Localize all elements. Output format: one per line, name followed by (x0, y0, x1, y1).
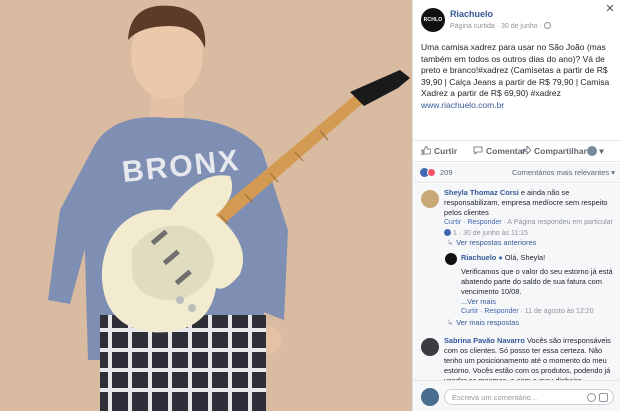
reply-body: Verificamos que o valor do seu estorno j… (461, 267, 613, 317)
comment-button[interactable]: Comentar (473, 146, 526, 156)
post-body: Uma camisa xadrez para usar no São João … (421, 42, 613, 111)
reply-check-icon: ● (498, 253, 503, 262)
reply-riachuelo: Riachuelo ● Olá, Sheyla! (461, 253, 613, 263)
reply-author[interactable]: Riachuelo (461, 253, 496, 262)
comment-icon (473, 146, 483, 155)
reply-arrow-icon: ↳ (447, 318, 454, 327)
post-header: RCHLO Riachuelo Página curtida · 30 de j… (421, 8, 611, 34)
commenter-name[interactable]: Sabrina Pavão Navarro (444, 336, 525, 345)
post-panel: ✕ RCHLO Riachuelo Página curtida · 30 de… (412, 0, 620, 411)
reply-actions[interactable]: Curtir · Responder (461, 308, 519, 315)
post-meta-text: Página curtida · 30 de junho · (450, 23, 542, 30)
thumbs-up-icon (421, 146, 431, 155)
reply-time: · 11 de agosto às 12:20 (520, 308, 594, 315)
share-icon (521, 146, 531, 155)
reply-meta: Curtir · Responder · 11 de agosto às 12:… (461, 307, 613, 317)
like-label: Curtir (434, 146, 458, 156)
reply-see-more[interactable]: ...Ver mais (461, 297, 613, 307)
comment-input-box[interactable] (444, 389, 614, 405)
share-label: Compartilhar (534, 146, 587, 156)
comment-meta: Curtir · Responder · A Página respondeu … (444, 218, 616, 239)
post-link[interactable]: www.riachuelo.com.br (421, 100, 613, 112)
view-more-replies-label: Ver mais respostas (456, 318, 520, 327)
comment-input[interactable] (445, 390, 565, 404)
post-as-selector[interactable]: ▾ (587, 146, 604, 157)
commenter-avatar[interactable] (421, 338, 439, 356)
post-text: Uma camisa xadrez para usar no São João … (421, 42, 610, 98)
user-avatar-small (587, 146, 597, 156)
emoji-icon[interactable] (587, 393, 596, 402)
comment-sheyla: Sheyla Thomaz Corsi e ainda não se respo… (444, 188, 616, 239)
comment-sort-dropdown[interactable]: Comentários mais relevantes ▾ (512, 168, 615, 177)
post-photo[interactable]: BRONX (0, 0, 412, 411)
camera-icon[interactable] (599, 393, 608, 402)
reply-greeting: Olá, Sheyla! (504, 253, 546, 262)
globe-icon (543, 22, 551, 29)
share-button[interactable]: Compartilhar (521, 146, 587, 156)
commenter-name[interactable]: Sheyla Thomaz Corsi (444, 188, 519, 197)
page-name[interactable]: Riachuelo (450, 9, 493, 19)
reply-text: Verificamos que o valor do seu estorno j… (461, 267, 613, 296)
view-previous-replies[interactable]: ↳ Ver respostas anteriores (447, 238, 536, 247)
comment-sabrina: Sabrina Pavão Navarro Vocês são irrespon… (444, 336, 616, 386)
comment-meta-text: · A Página respondeu em particular (503, 219, 613, 226)
like-reaction-icon (444, 229, 451, 236)
comment-label: Comentar (486, 146, 526, 156)
page-reply-avatar[interactable] (445, 253, 457, 265)
love-reaction-icon[interactable] (427, 168, 436, 177)
comment-actions[interactable]: Curtir · Responder (444, 219, 502, 226)
post-meta: Página curtida · 30 de junho · (450, 22, 551, 30)
chevron-down-icon: ▾ (599, 146, 604, 156)
comments-section: Sheyla Thomaz Corsi e ainda não se respo… (413, 184, 620, 385)
view-previous-replies-label: Ver respostas anteriores (456, 238, 537, 247)
view-more-replies[interactable]: ↳ Ver mais respostas (447, 318, 519, 327)
user-avatar (421, 388, 439, 406)
reaction-count[interactable]: 209 (440, 168, 453, 177)
reply-arrow-icon: ↳ (447, 238, 454, 247)
commenter-avatar[interactable] (421, 190, 439, 208)
comment-composer (413, 380, 620, 411)
photo-illustration (48, 5, 410, 411)
comment-likes-time: 1 · 30 de junho às 11:15 (452, 230, 528, 237)
post-actions: Curtir Comentar Compartilhar ▾ (413, 140, 620, 162)
like-button[interactable]: Curtir (421, 146, 457, 156)
reactions-bar: 209 Comentários mais relevantes ▾ (413, 163, 620, 183)
page-avatar[interactable]: RCHLO (421, 8, 445, 32)
